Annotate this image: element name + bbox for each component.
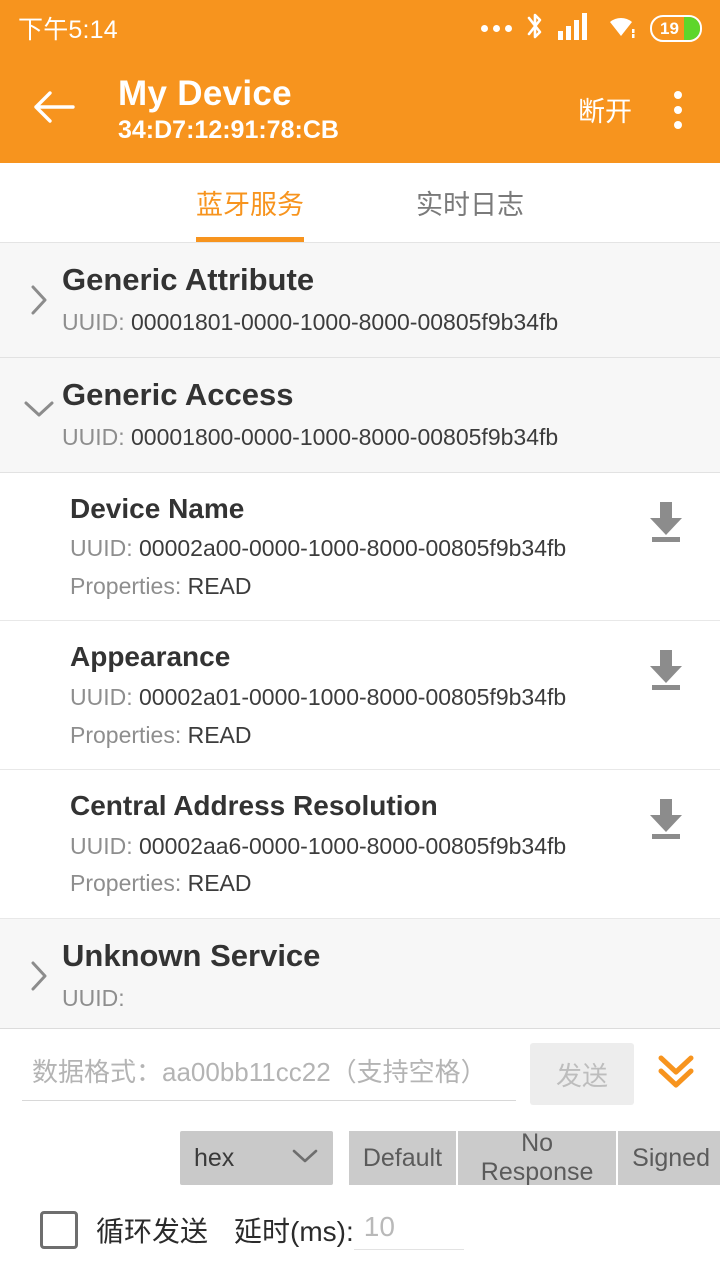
loop-send-row: 循环发送 延时(ms): xyxy=(0,1199,720,1280)
service-row-generic-attribute[interactable]: Generic Attribute UUID: 00001801-0000-10… xyxy=(0,243,720,358)
double-chevron-down-icon xyxy=(652,1049,700,1100)
bluetooth-icon xyxy=(525,11,545,46)
chevron-right-icon[interactable] xyxy=(16,261,62,317)
wifi-icon xyxy=(605,12,637,45)
app-bar-actions: 断开 xyxy=(578,84,698,136)
characteristic-uuid-label: UUID: xyxy=(70,683,139,710)
service-uuid-label: UUID: xyxy=(62,309,131,336)
characteristic-info: Device Name UUID: 00002a00-0000-1000-800… xyxy=(70,492,636,601)
signal-icon xyxy=(558,12,592,45)
loop-send-checkbox[interactable] xyxy=(40,1210,78,1249)
service-name: Unknown Service xyxy=(62,937,321,973)
service-uuid-label: UUID: xyxy=(62,423,131,450)
kebab-menu-icon[interactable] xyxy=(658,84,698,136)
service-info: Generic Attribute UUID: 00001801-0000-10… xyxy=(62,261,704,337)
app-bar-titles: My Device 34:D7:12:91:78:CB xyxy=(118,74,339,145)
chevron-down-icon[interactable] xyxy=(16,376,62,420)
characteristic-properties-label: Properties: xyxy=(70,721,188,748)
service-uuid-row: UUID: 00001801-0000-1000-8000-00805f9b34… xyxy=(62,309,704,337)
battery-icon: 19 xyxy=(650,14,702,42)
data-input[interactable] xyxy=(22,1047,516,1101)
tab-realtime-log[interactable]: 实时日志 xyxy=(360,163,580,242)
characteristic-properties-row: Properties: READ xyxy=(70,870,636,898)
service-name: Generic Access xyxy=(62,376,294,412)
characteristic-name: Device Name xyxy=(70,492,245,524)
more-dots-icon xyxy=(481,24,512,32)
battery-level-text: 19 xyxy=(660,18,679,38)
options-row: hex Default No Response Signed xyxy=(0,1115,720,1199)
characteristic-info: Appearance UUID: 00002a01-0000-1000-8000… xyxy=(70,640,636,749)
service-uuid-value: 00001801-0000-1000-8000-00805f9b34fb xyxy=(131,309,559,336)
delay-label: 延时(ms): xyxy=(234,1215,354,1247)
characteristic-uuid-label: UUID: xyxy=(70,832,139,859)
service-info: Generic Access UUID: 00001800-0000-1000-… xyxy=(62,376,704,452)
characteristic-uuid-value: 00002a00-0000-1000-8000-00805f9b34fb xyxy=(139,535,567,562)
chevron-down-icon xyxy=(291,1147,319,1170)
status-bar-icons: 19 xyxy=(481,11,702,46)
service-uuid-row: UUID: xyxy=(62,985,704,1013)
loop-send-label: 循环发送 xyxy=(96,1215,209,1247)
characteristic-properties-value: READ xyxy=(187,721,252,748)
chevron-right-icon[interactable] xyxy=(16,937,62,993)
characteristic-properties-row: Properties: READ xyxy=(70,722,636,750)
read-button[interactable] xyxy=(636,789,696,846)
data-format-select[interactable]: hex xyxy=(180,1131,333,1185)
write-type-default-button[interactable]: Default xyxy=(348,1131,459,1185)
tab-bar: 蓝牙服务 实时日志 xyxy=(0,163,720,243)
characteristic-uuid-row: UUID: 00002aa6-0000-1000-8000-00805f9b34… xyxy=(70,833,636,861)
characteristic-uuid-value: 00002a01-0000-1000-8000-00805f9b34fb xyxy=(139,683,567,710)
download-read-icon xyxy=(646,500,686,549)
write-type-segmented-control: Default No Response Signed xyxy=(348,1129,720,1186)
characteristic-uuid-value: 00002aa6-0000-1000-8000-00805f9b34fb xyxy=(139,832,567,859)
characteristic-name: Central Address Resolution xyxy=(70,790,438,822)
service-info: Unknown Service UUID: xyxy=(62,937,704,1013)
characteristic-properties-value: READ xyxy=(187,870,252,897)
service-name: Generic Attribute xyxy=(62,262,315,297)
status-bar: 下午5:14 19 xyxy=(0,0,720,56)
data-format-value: hex xyxy=(194,1143,235,1172)
back-button[interactable] xyxy=(24,80,84,140)
device-mac-address: 34:D7:12:91:78:CB xyxy=(118,116,339,145)
status-bar-time: 下午5:14 xyxy=(18,16,118,44)
characteristic-info: Central Address Resolution UUID: 00002aa… xyxy=(70,789,636,898)
service-uuid-row: UUID: 00001800-0000-1000-8000-00805f9b34… xyxy=(62,424,704,452)
characteristic-uuid-row: UUID: 00002a00-0000-1000-8000-00805f9b34… xyxy=(70,535,636,563)
characteristic-uuid-label: UUID: xyxy=(70,535,139,562)
characteristic-properties-row: Properties: READ xyxy=(70,573,636,601)
app-root: 下午5:14 19 My Device 34:D7:12:91:78:CB 断开… xyxy=(0,0,720,1280)
disconnect-button[interactable]: 断开 xyxy=(578,90,632,129)
write-type-signed-button[interactable]: Signed xyxy=(618,1131,720,1185)
characteristic-properties-label: Properties: xyxy=(70,870,188,897)
send-row: 发送 xyxy=(0,1029,720,1115)
back-arrow-icon xyxy=(31,89,77,130)
delay-input[interactable] xyxy=(353,1209,464,1250)
app-bar: My Device 34:D7:12:91:78:CB 断开 xyxy=(0,56,720,163)
characteristic-name: Appearance xyxy=(70,641,231,673)
characteristic-row[interactable]: Device Name UUID: 00002a00-0000-1000-800… xyxy=(0,472,720,622)
characteristic-uuid-row: UUID: 00002a01-0000-1000-8000-00805f9b34… xyxy=(70,684,636,712)
page-title: My Device xyxy=(118,73,292,113)
send-button[interactable]: 发送 xyxy=(530,1043,634,1105)
expand-panel-button[interactable] xyxy=(648,1043,704,1105)
characteristic-properties-value: READ xyxy=(187,572,252,599)
tab-bluetooth-services[interactable]: 蓝牙服务 xyxy=(140,163,360,242)
service-uuid-label: UUID: xyxy=(62,985,125,1012)
service-uuid-value: 00001800-0000-1000-8000-00805f9b34fb xyxy=(131,423,559,450)
write-type-no-response-button[interactable]: No Response xyxy=(458,1129,619,1186)
characteristic-properties-label: Properties: xyxy=(70,572,188,599)
download-read-icon xyxy=(646,797,686,846)
read-button[interactable] xyxy=(636,492,696,549)
read-button[interactable] xyxy=(636,640,696,697)
characteristic-row[interactable]: Central Address Resolution UUID: 00002aa… xyxy=(0,770,720,919)
write-panel: 发送 hex Default No Response xyxy=(0,1029,720,1280)
characteristic-row[interactable]: Appearance UUID: 00002a01-0000-1000-8000… xyxy=(0,621,720,771)
service-row-unknown-service[interactable]: Unknown Service UUID: xyxy=(0,918,720,1034)
download-read-icon xyxy=(646,648,686,697)
service-row-generic-access[interactable]: Generic Access UUID: 00001800-0000-1000-… xyxy=(0,357,720,473)
